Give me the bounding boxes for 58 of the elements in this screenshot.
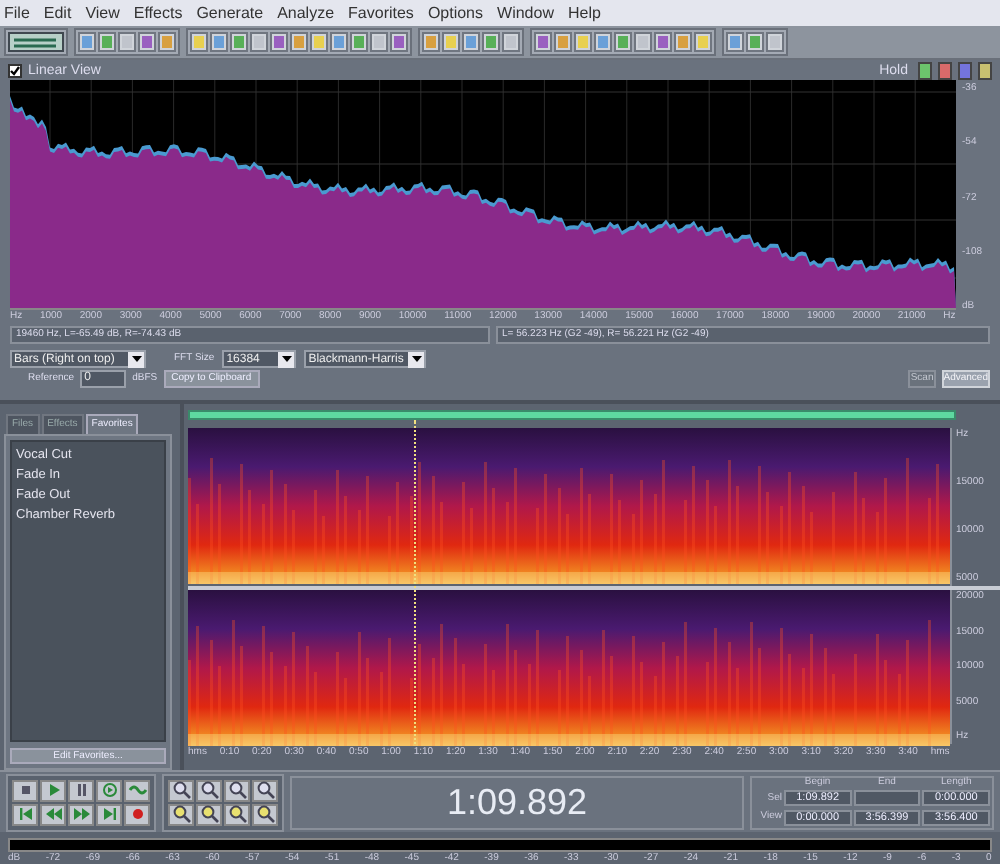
zoom-button[interactable] [196, 803, 222, 825]
transport-button[interactable] [40, 779, 66, 801]
hold-button[interactable] [978, 62, 992, 80]
menu-item[interactable]: Help [567, 5, 601, 21]
menu-item[interactable]: Options [427, 5, 484, 21]
transport-button[interactable] [68, 803, 94, 825]
menu-item[interactable]: Favorites [348, 5, 414, 21]
skip-start-icon [15, 804, 35, 824]
magnifier-icon [171, 780, 191, 800]
caret-icon [411, 356, 422, 362]
loop-play-icon [99, 780, 119, 800]
menu-item[interactable]: Edit [43, 5, 72, 21]
hold-button[interactable] [918, 62, 932, 80]
transport-button[interactable] [40, 803, 66, 825]
zoom-button[interactable] [168, 803, 194, 825]
tracks-icon[interactable] [8, 32, 64, 52]
magnifier-icon [255, 804, 275, 824]
transport-button[interactable] [12, 779, 38, 801]
transport-button[interactable] [124, 803, 150, 825]
zoom-button[interactable] [252, 779, 278, 801]
transport-button[interactable] [96, 779, 122, 801]
fast-forward-icon [71, 804, 91, 824]
spectrogram-drawing[interactable] [188, 428, 950, 584]
caret-icon [281, 356, 292, 362]
magnifier-icon [199, 804, 219, 824]
transport-button[interactable] [12, 803, 38, 825]
menu-item[interactable]: Analyze [277, 5, 335, 21]
magnifier-icon [199, 780, 219, 800]
menu-item[interactable]: View [85, 5, 120, 21]
spectrogram-drawing[interactable] [188, 590, 950, 746]
hold-button[interactable] [958, 62, 972, 80]
menu-item[interactable]: File [4, 5, 30, 21]
menu-item[interactable]: Window [497, 5, 554, 21]
zoom-button[interactable] [168, 779, 194, 801]
hold-button[interactable] [938, 62, 952, 80]
zoom-button[interactable] [196, 779, 222, 801]
zoom-button[interactable] [224, 779, 250, 801]
zoom-button[interactable] [252, 803, 278, 825]
menu-item[interactable]: Effects [133, 5, 183, 21]
zoom-button[interactable] [224, 803, 250, 825]
magnifier-icon [255, 780, 275, 800]
magnifier-icon [227, 804, 247, 824]
transport-button[interactable] [96, 803, 122, 825]
check-icon [10, 66, 20, 76]
skip-end-icon [99, 804, 119, 824]
loop-icon [127, 780, 147, 800]
rewind-icon [43, 804, 63, 824]
magnifier-icon [171, 804, 191, 824]
time-field[interactable] [853, 790, 921, 807]
record-icon [127, 804, 147, 824]
transport-button[interactable] [124, 779, 150, 801]
time-display: 1:09.892 [446, 784, 588, 820]
transport-button[interactable] [68, 779, 94, 801]
magnifier-icon [227, 780, 247, 800]
caret-icon [131, 356, 141, 362]
playhead-line[interactable] [413, 420, 416, 744]
menu-item[interactable]: Generate [196, 5, 264, 21]
linear-view-checkbox[interactable] [8, 64, 22, 78]
